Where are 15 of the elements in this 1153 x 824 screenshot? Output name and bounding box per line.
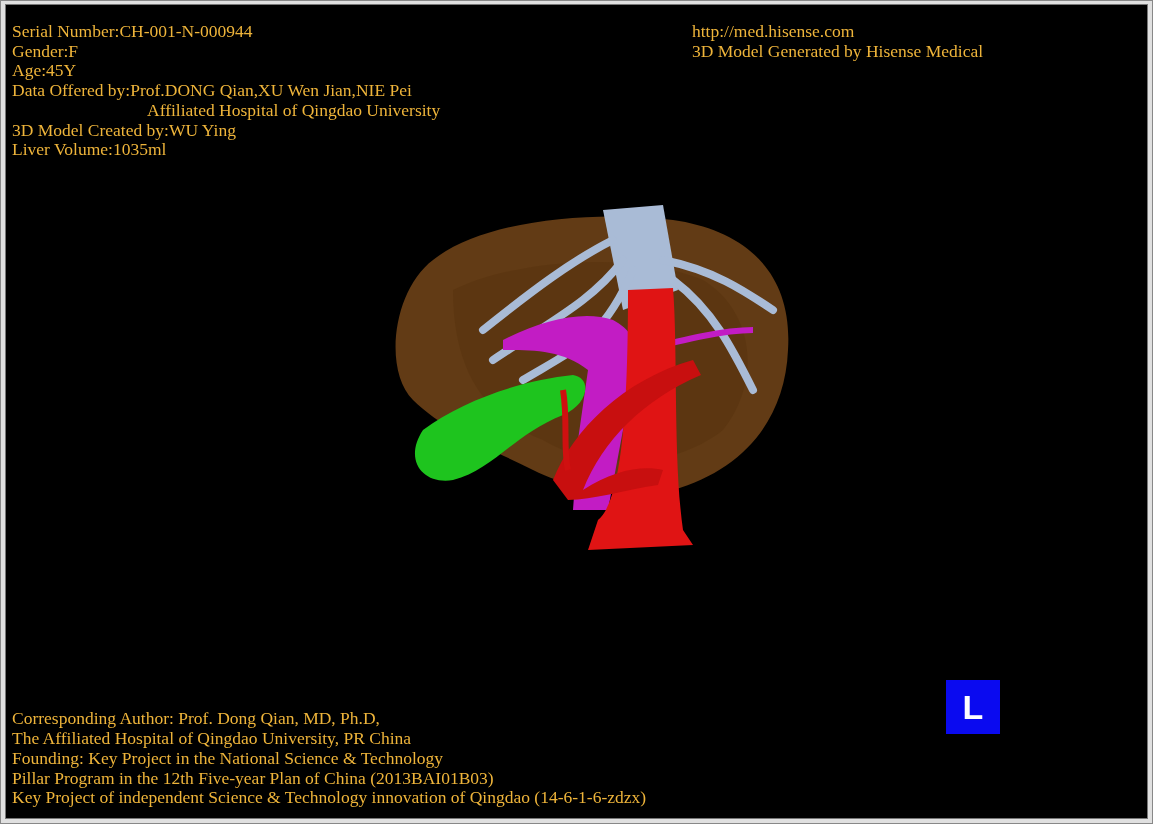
info-text: Corresponding Author: Prof. Dong Qian, MD, Ph.D, — [12, 708, 380, 729]
info-text: Key Project of independent Science & Technology innovation of Qingdao (14-6-1-6-zdzx) — [12, 787, 647, 808]
info-text: Serial Number:CH-001-N-000944 — [12, 21, 253, 41]
info-text: Age:45Y — [12, 60, 77, 81]
info-text: Data Offered by:Prof.DONG Qian,XU Wen Jian,NIE Pei — [12, 80, 412, 101]
info-text: http://med.hisense.com — [692, 21, 855, 41]
info-text: 3D Model Generated by Hisense Medical — [692, 40, 984, 61]
orientation-marker: L — [946, 680, 1000, 734]
info-text: Liver Volume:1035ml — [12, 139, 167, 160]
info-text: Affiliated Hospital of Qingdao University — [147, 99, 441, 120]
info-text: Gender:F — [12, 40, 79, 61]
info-text: Pillar Program in the 12th Five-year Plan of China (2013BAI01B03) — [12, 767, 494, 788]
info-text: Founding: Key Project in the National Science & Technology — [12, 747, 443, 768]
info-text: The Affiliated Hospital of Qingdao University, PR China — [12, 728, 412, 749]
info-text: 3D Model Created by:WU Ying — [12, 119, 236, 140]
